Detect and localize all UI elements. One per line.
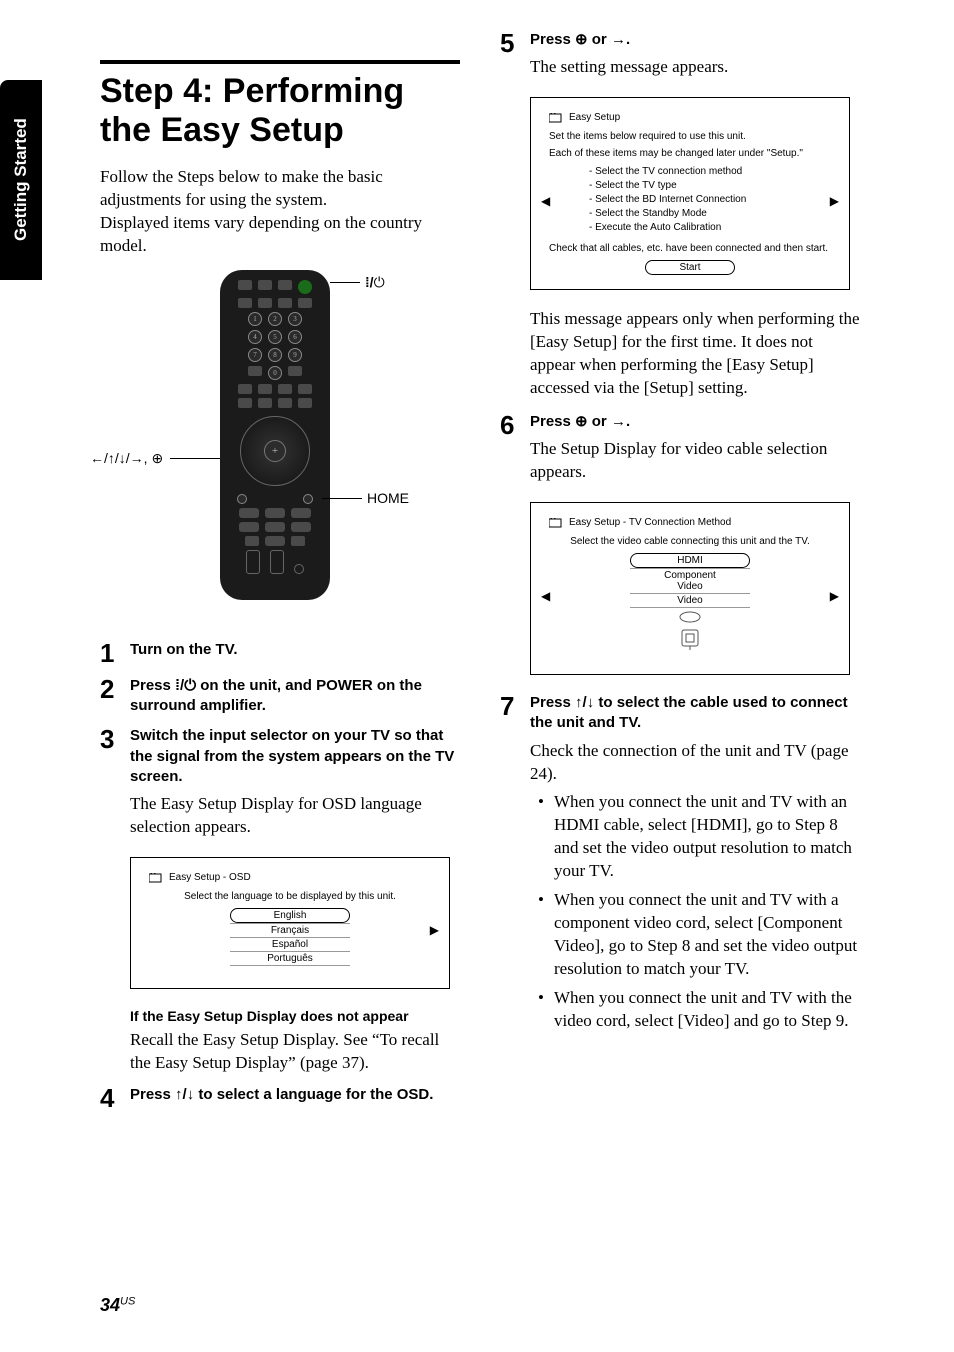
osd-message: Check that all cables, etc. have been co… bbox=[549, 243, 831, 254]
step-3: 3 Switch the input selector on your TV s… bbox=[100, 726, 460, 839]
osd-option: English bbox=[230, 908, 350, 923]
step-instruction: Press ↑/↓ to select a language for the O… bbox=[130, 1085, 460, 1105]
osd-message: Select the language to be displayed by t… bbox=[149, 891, 431, 902]
setup-icon bbox=[549, 113, 563, 123]
step-2: 2 Press ⁞/⏻ on the unit, and POWER on th… bbox=[100, 676, 460, 717]
nav-right-icon: ▶ bbox=[830, 589, 839, 603]
step-7: 7 Press ↑/↓ to select the cable used to … bbox=[500, 693, 860, 1039]
page-number: 34 bbox=[100, 1295, 120, 1315]
step-note: This message appears only when performin… bbox=[530, 308, 860, 400]
heading-rule bbox=[100, 60, 460, 64]
page-title: Step 4: Performing the Easy Setup bbox=[100, 72, 460, 150]
dpad-icon: + bbox=[240, 416, 310, 486]
section-tab: Getting Started bbox=[0, 80, 42, 280]
osd-item-list: - Select the TV connection method - Sele… bbox=[549, 165, 831, 235]
step-description: The Setup Display for video cable select… bbox=[530, 438, 860, 484]
osd-option: Component Video bbox=[630, 568, 750, 593]
step-instruction: Press ⊕ or →. bbox=[530, 30, 860, 50]
sub-paragraph: Recall the Easy Setup Display. See “To r… bbox=[130, 1029, 460, 1075]
step-5: 5 Press ⊕ or →. The setting message appe… bbox=[500, 30, 860, 79]
osd-option: HDMI bbox=[630, 553, 750, 568]
page-region: US bbox=[120, 1296, 135, 1308]
step-instruction: Press ⁞/⏻ on the unit, and POWER on the … bbox=[130, 676, 460, 717]
page-footer: 34US bbox=[100, 1295, 135, 1316]
step-number: 7 bbox=[500, 693, 530, 1039]
osd-item: - Select the TV connection method bbox=[589, 165, 831, 179]
remote-body: 123 456 789 0 + bbox=[220, 270, 330, 600]
osd-message: Select the video cable connecting this u… bbox=[549, 536, 831, 547]
step-number: 5 bbox=[500, 30, 530, 79]
osd-connection-screenshot: Easy Setup - TV Connection Method Select… bbox=[530, 502, 850, 675]
osd-title: Easy Setup - OSD bbox=[169, 872, 251, 883]
step-6: 6 Press ⊕ or →. The Setup Display for vi… bbox=[500, 412, 860, 484]
osd-message: Set the items below required to use this… bbox=[549, 131, 831, 142]
intro-paragraph: Follow the Steps below to make the basic… bbox=[100, 166, 460, 258]
step-number: 6 bbox=[500, 412, 530, 484]
step-instruction: Press ⊕ or →. bbox=[530, 412, 860, 432]
remote-label-power: ⁞/⏻ bbox=[365, 274, 385, 291]
osd-item: - Select the BD Internet Connection bbox=[589, 193, 831, 207]
right-column: 5 Press ⊕ or →. The setting message appe… bbox=[500, 30, 860, 1049]
osd-item: - Select the TV type bbox=[589, 179, 831, 193]
remote-label-home: HOME bbox=[367, 490, 409, 506]
step-1: 1 Turn on the TV. bbox=[100, 640, 460, 666]
step-number: 2 bbox=[100, 676, 130, 717]
osd-item: - Execute the Auto Calibration bbox=[589, 221, 831, 235]
osd-title: Easy Setup bbox=[569, 112, 620, 123]
step-bullet-list: When you connect the unit and TV with an… bbox=[530, 791, 860, 1032]
osd-option: Español bbox=[230, 937, 350, 951]
power-button-icon bbox=[298, 280, 312, 294]
home-button-icon bbox=[303, 494, 313, 504]
bullet-item: When you connect the unit and TV with th… bbox=[544, 987, 860, 1033]
sub-heading: If the Easy Setup Display does not appea… bbox=[130, 1007, 460, 1025]
connector-icon bbox=[677, 610, 703, 624]
step-description: The setting message appears. bbox=[530, 56, 860, 79]
step-description: Check the connection of the unit and TV … bbox=[530, 740, 860, 786]
osd-option: Video bbox=[630, 593, 750, 608]
left-column: Step 4: Performing the Easy Setup Follow… bbox=[100, 60, 460, 1121]
nav-left-icon: ◀ bbox=[541, 589, 550, 603]
osd-start-button: Start bbox=[645, 260, 735, 275]
remote-label-arrows: ←/↑/↓/→, ⊕ bbox=[90, 450, 163, 467]
osd-title: Easy Setup - TV Connection Method bbox=[569, 517, 731, 528]
setup-icon bbox=[549, 518, 563, 528]
setup-icon bbox=[149, 873, 163, 883]
bullet-item: When you connect the unit and TV with an… bbox=[544, 791, 860, 883]
step-instruction: Turn on the TV. bbox=[130, 640, 460, 660]
osd-option: Português bbox=[230, 951, 350, 966]
osd-language-screenshot: Easy Setup - OSD Select the language to … bbox=[130, 857, 450, 989]
nav-right-icon: ▶ bbox=[830, 194, 839, 208]
osd-option: Français bbox=[230, 923, 350, 937]
step-number: 3 bbox=[100, 726, 130, 839]
bullet-item: When you connect the unit and TV with a … bbox=[544, 889, 860, 981]
tv-illustration-icon bbox=[680, 628, 700, 652]
step-4: 4 Press ↑/↓ to select a language for the… bbox=[100, 1085, 460, 1111]
step-number: 1 bbox=[100, 640, 130, 666]
osd-message: Each of these items may be changed later… bbox=[549, 148, 831, 159]
step-description: The Easy Setup Display for OSD language … bbox=[130, 793, 460, 839]
nav-right-icon: ▶ bbox=[430, 923, 439, 937]
step-number: 4 bbox=[100, 1085, 130, 1111]
osd-item: - Select the Standby Mode bbox=[589, 207, 831, 221]
osd-easysetup-screenshot: Easy Setup Set the items below required … bbox=[530, 97, 850, 290]
step-instruction: Press ↑/↓ to select the cable used to co… bbox=[530, 693, 860, 734]
remote-figure: 123 456 789 0 + ⁞/⏻ ←/↑/↓/→, ⊕ HOME bbox=[100, 270, 460, 620]
nav-left-icon: ◀ bbox=[541, 194, 550, 208]
step-instruction: Switch the input selector on your TV so … bbox=[130, 726, 460, 787]
